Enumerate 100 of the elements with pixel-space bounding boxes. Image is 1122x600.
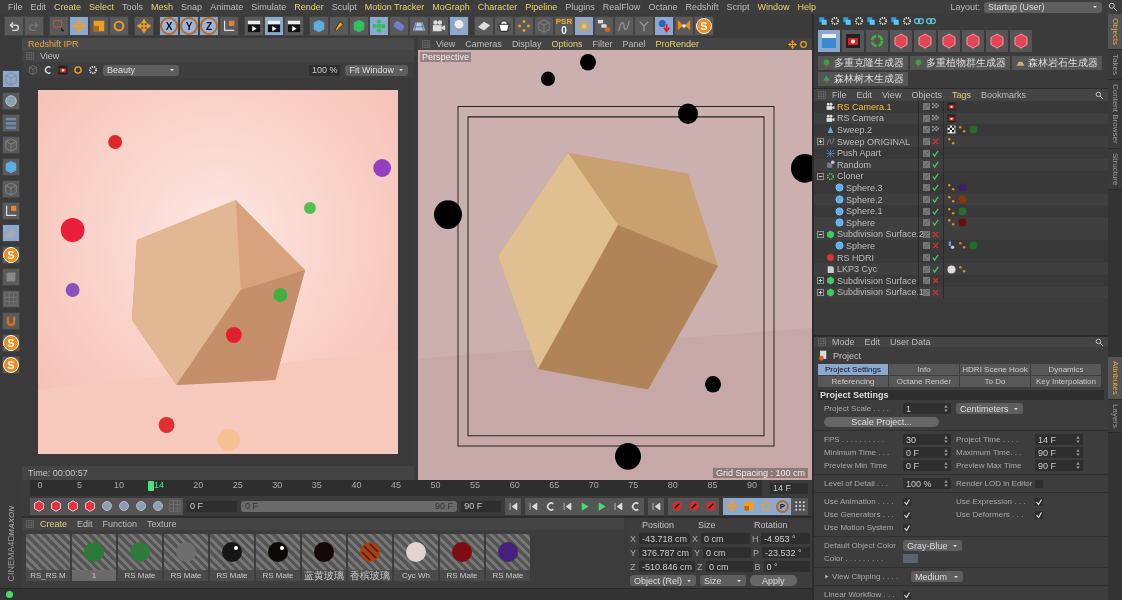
menu-item[interactable]: Simulate: [247, 2, 291, 12]
material-swatch[interactable]: RS Mate: [164, 534, 208, 581]
menu-item[interactable]: Select: [85, 2, 119, 12]
menu-item[interactable]: View: [432, 39, 460, 49]
material-swatch[interactable]: 1: [72, 534, 116, 581]
tab[interactable]: Referencing: [818, 376, 888, 387]
number-field[interactable]: 90 F: [1035, 460, 1083, 471]
menu-item[interactable]: Sculpt: [327, 2, 361, 12]
coordinate-field[interactable]: -23.532 °: [762, 547, 810, 558]
coordinate-mode-dropdown[interactable]: Object (Rel): [630, 575, 696, 586]
menu-item[interactable]: Options: [547, 39, 587, 49]
material-swatch[interactable]: RS Mate: [440, 534, 484, 581]
coordinate-field[interactable]: 376.787 cm: [639, 547, 693, 558]
tab[interactable]: Info: [889, 364, 959, 375]
menu-item[interactable]: RealFlow: [598, 2, 645, 12]
coordinate-field[interactable]: -4.953 °: [761, 533, 810, 544]
dropdown[interactable]: Centimeters: [956, 403, 1023, 414]
coordinate-field[interactable]: 0 °: [763, 561, 810, 572]
menu-item[interactable]: MoGraph: [428, 2, 474, 12]
material-swatch[interactable]: RS Mate: [210, 534, 254, 581]
menu-item[interactable]: Redshift: [681, 2, 723, 12]
coordinate-field[interactable]: -43.718 cm: [639, 533, 691, 544]
menu-item[interactable]: Edit: [73, 519, 97, 529]
number-field[interactable]: 30: [903, 434, 951, 445]
menu-item[interactable]: File: [4, 2, 27, 12]
menu-item[interactable]: Objects: [907, 90, 946, 100]
fit-dropdown[interactable]: Fit Window: [345, 64, 408, 76]
number-field[interactable]: 1: [903, 403, 951, 414]
side-tab[interactable]: Objects: [1108, 14, 1122, 51]
menu-item[interactable]: Plugins: [561, 2, 599, 12]
axis-toggle[interactable]: X: [159, 16, 179, 36]
side-tab[interactable]: Content Browser: [1108, 80, 1122, 149]
menu-item[interactable]: Tools: [118, 2, 148, 12]
material-swatch[interactable]: 蓝黄玻璃: [302, 534, 346, 581]
menu-item[interactable]: Bookmarks: [976, 90, 1030, 100]
menu-item[interactable]: Cameras: [461, 39, 506, 49]
psr-button[interactable]: PSR 0: [554, 16, 574, 36]
plugin-button[interactable]: 多重植物群生成器: [910, 56, 1010, 70]
tab[interactable]: Dynamics: [1031, 364, 1101, 375]
material-swatch[interactable]: RS Mate: [256, 534, 300, 581]
dropdown[interactable]: Gray-Blue: [903, 540, 962, 551]
material-swatch[interactable]: RS_RS M: [26, 534, 70, 581]
menu-item[interactable]: User Data: [886, 337, 935, 347]
side-tab[interactable]: Takes: [1108, 50, 1122, 81]
object-row[interactable]: LKP3 Cyc: [814, 263, 1109, 275]
number-field[interactable]: 90 F: [1035, 447, 1083, 458]
layout-dropdown[interactable]: Startup (User): [984, 1, 1102, 13]
coordinate-field[interactable]: -510.846 cm: [639, 561, 696, 572]
menu-item[interactable]: Animate: [206, 2, 248, 12]
plugin-button[interactable]: 森林岩石生成器: [1012, 56, 1102, 70]
tab[interactable]: To Do: [960, 376, 1030, 387]
material-swatch[interactable]: RS Mate: [486, 534, 530, 581]
tab[interactable]: HDRI Scene Hook: [960, 364, 1030, 375]
menu-item[interactable]: Create: [50, 2, 86, 12]
timeline-ruler[interactable]: 0 5 10 14 20 25 30 35 40 45 50 55 60 65 70 75 80 85 90: [30, 480, 762, 496]
material-swatch[interactable]: Cyc Wh: [394, 534, 438, 581]
menu-item[interactable]: Display: [507, 39, 546, 49]
menu-item[interactable]: Function: [98, 519, 142, 529]
menu-item[interactable]: Tags: [947, 90, 975, 100]
axis-toggle[interactable]: Y: [179, 16, 199, 36]
menu-item[interactable]: Edit: [852, 90, 877, 100]
apply-button[interactable]: Apply: [750, 575, 797, 586]
menu-item[interactable]: Octane: [644, 2, 682, 12]
menu-item[interactable]: ProRender: [651, 39, 703, 49]
coordinate-field[interactable]: 0 cm: [701, 533, 750, 544]
tab[interactable]: Project Settings: [818, 364, 888, 375]
menu-item[interactable]: View: [878, 90, 906, 100]
menu-item[interactable]: Window: [753, 2, 794, 12]
menu-item[interactable]: Texture: [143, 519, 181, 529]
render-pass-dropdown[interactable]: Beauty: [103, 64, 179, 76]
material-swatch[interactable]: 香槟玻璃: [348, 534, 392, 581]
axis-toggle[interactable]: Z: [199, 16, 219, 36]
menu-item[interactable]: Script: [722, 2, 754, 12]
number-field[interactable]: 0 F: [903, 447, 951, 458]
number-field[interactable]: 0 F: [903, 460, 951, 471]
menu-item[interactable]: Motion Tracker: [360, 2, 429, 12]
side-tab[interactable]: Structure: [1108, 148, 1122, 191]
number-field[interactable]: 100 %: [903, 478, 951, 489]
menu-item[interactable]: View: [36, 51, 64, 61]
tab[interactable]: Octane Render: [889, 376, 959, 387]
material-swatch[interactable]: RS Mate: [118, 534, 162, 581]
menu-item[interactable]: Mode: [828, 337, 859, 347]
menu-item[interactable]: Edit: [26, 2, 51, 12]
menu-item[interactable]: Snap: [177, 2, 207, 12]
side-tab[interactable]: Attributes: [1108, 357, 1122, 400]
menu-item[interactable]: Pipeline: [521, 2, 562, 12]
menu-item[interactable]: Character: [473, 2, 522, 12]
size-mode-dropdown[interactable]: Size: [700, 575, 746, 586]
coordinate-field[interactable]: 0 cm: [706, 561, 753, 572]
menu-item[interactable]: Panel: [618, 39, 650, 49]
start-frame-field[interactable]: 0 F: [187, 500, 237, 512]
menu-item[interactable]: Filter: [588, 39, 617, 49]
plugin-button[interactable]: 多重克隆生成器: [818, 56, 908, 70]
tab[interactable]: Key Interpolation: [1031, 376, 1101, 387]
plugin-button[interactable]: 森林树木生成器: [818, 72, 908, 86]
zoom-field[interactable]: 100 %: [308, 64, 341, 76]
number-field[interactable]: 14 F: [1035, 434, 1083, 445]
end-frame-field[interactable]: 90 F: [461, 500, 502, 512]
coordinate-field[interactable]: 0 cm: [703, 547, 751, 558]
parameter-button[interactable]: P: [774, 497, 791, 515]
